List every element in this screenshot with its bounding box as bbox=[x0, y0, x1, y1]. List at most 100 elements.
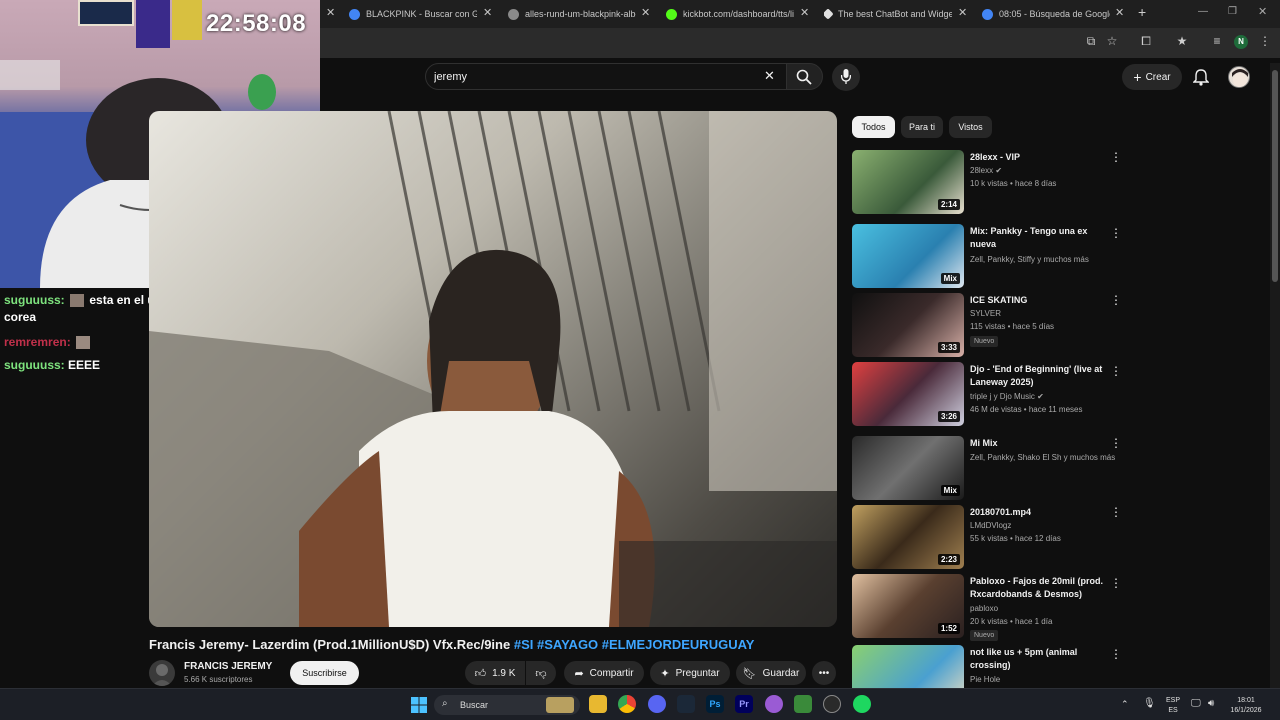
kebab-menu-icon[interactable]: ⋮ bbox=[1110, 647, 1122, 661]
recommendation-channel[interactable]: Pie Hole bbox=[970, 674, 1120, 686]
new-tab-button[interactable]: + bbox=[1138, 4, 1146, 20]
channel-avatar[interactable] bbox=[149, 660, 175, 686]
like-button[interactable]: 👍︎ 1.9 K bbox=[465, 661, 525, 685]
file-explorer-icon[interactable] bbox=[589, 695, 607, 713]
taskbar-search[interactable]: ⌕ Buscar bbox=[434, 695, 580, 715]
browser-tab[interactable]: kickbot.com/dashboard/tts/lib bbox=[666, 4, 794, 24]
video-thumbnail[interactable]: Mix bbox=[852, 224, 964, 288]
recommendation-channel[interactable]: 28lexx ✔ bbox=[970, 165, 1120, 177]
notifications-bell-icon[interactable] bbox=[1193, 68, 1209, 86]
scrollbar-thumb[interactable] bbox=[1272, 70, 1278, 282]
tab-close-icon[interactable]: ✕ bbox=[326, 6, 335, 19]
clock-tray[interactable]: 18:01 16/1/2026 bbox=[1222, 696, 1270, 716]
maximize-icon[interactable]: ❐ bbox=[1228, 6, 1237, 17]
bookmark-star-icon[interactable]: ☆ bbox=[1105, 34, 1119, 48]
kebab-menu-icon[interactable]: ⋮ bbox=[1110, 364, 1122, 378]
recommendation-item[interactable]: not like us + 5pm (animal crossing) Pie … bbox=[852, 645, 1132, 688]
language-indicator[interactable]: ESP ES bbox=[1164, 696, 1182, 716]
discord-icon[interactable] bbox=[648, 695, 666, 713]
tray-chevron-icon[interactable]: ⌃ bbox=[1121, 699, 1129, 710]
premiere-icon[interactable]: Pr bbox=[735, 695, 753, 713]
video-hashtags[interactable]: #SI #SAYAGO #ELMEJORDEURUGUAY bbox=[514, 637, 755, 652]
voice-search-button[interactable] bbox=[832, 63, 860, 91]
recommendation-item[interactable]: 1:52 Pabloxo - Fajos de 20mil (prod. Rxc… bbox=[852, 574, 1132, 641]
recommendation-title[interactable]: 28lexx - VIP bbox=[970, 151, 1110, 164]
recommendation-item[interactable]: Mix Mix: Pankky - Tengo una ex nueva Zel… bbox=[852, 224, 1132, 290]
chrome-icon[interactable] bbox=[618, 695, 636, 713]
kebab-menu-icon[interactable]: ⋮ bbox=[1110, 226, 1122, 240]
spotify-icon[interactable] bbox=[853, 695, 871, 713]
tab-close-icon[interactable]: ✕ bbox=[800, 6, 809, 19]
account-avatar[interactable] bbox=[1228, 66, 1250, 88]
search-button[interactable] bbox=[786, 63, 823, 90]
video-thumbnail[interactable]: 2:23 bbox=[852, 505, 964, 569]
media-control-icon[interactable]: ≡ bbox=[1210, 34, 1224, 48]
recommendation-channel[interactable]: LMdDVlogz bbox=[970, 520, 1120, 532]
steam-icon[interactable] bbox=[677, 695, 695, 713]
recommendation-title[interactable]: ICE SKATING bbox=[970, 294, 1110, 307]
video-thumbnail[interactable]: 2:14 bbox=[852, 150, 964, 214]
save-button[interactable]: 🔖︎ Guardar bbox=[736, 661, 806, 685]
channel-name[interactable]: FRANCIS JEREMY bbox=[184, 661, 272, 672]
video-thumbnail[interactable]: 3:33 bbox=[852, 293, 964, 357]
browser-tab[interactable]: The best ChatBot and Widgets bbox=[824, 4, 952, 24]
tab-close-icon[interactable]: ✕ bbox=[483, 6, 492, 19]
kebab-menu-icon[interactable]: ⋮ bbox=[1110, 293, 1122, 307]
video-thumbnail[interactable]: 3:26 bbox=[852, 362, 964, 426]
profile-avatar[interactable]: N bbox=[1234, 35, 1248, 49]
recommendation-item[interactable]: Mix Mi Mix Zell, Pankky, Shako El Sh y m… bbox=[852, 436, 1132, 502]
video-thumbnail[interactable] bbox=[852, 645, 964, 688]
chip-vistos[interactable]: Vistos bbox=[949, 116, 992, 138]
chip-para-ti[interactable]: Para ti bbox=[901, 116, 943, 138]
tab-close-icon[interactable]: ✕ bbox=[958, 6, 967, 19]
recommendation-channel[interactable]: Zell, Pankky, Stiffy y muchos más bbox=[970, 254, 1120, 266]
browser-tab[interactable]: 08:05 - Búsqueda de Google bbox=[982, 4, 1110, 24]
chip-todos[interactable]: Todos bbox=[852, 116, 895, 138]
kebab-menu-icon[interactable]: ⋮ bbox=[1110, 150, 1122, 164]
browser-menu-icon[interactable]: ⋮ bbox=[1258, 34, 1272, 48]
recommendation-title[interactable]: Pabloxo - Fajos de 20mil (prod. Rxcardob… bbox=[970, 575, 1110, 601]
recommendation-item[interactable]: 2:23 20180701.mp4 LMdDVlogz 55 k vistas … bbox=[852, 505, 1132, 571]
create-button[interactable]: + Crear bbox=[1122, 64, 1182, 90]
search-input[interactable] bbox=[434, 70, 734, 84]
video-player[interactable] bbox=[149, 111, 837, 627]
recommendation-item[interactable]: 2:14 28lexx - VIP 28lexx ✔ 10 k vistas •… bbox=[852, 150, 1132, 216]
kebab-menu-icon[interactable]: ⋮ bbox=[1110, 576, 1122, 590]
window-close-icon[interactable]: ✕ bbox=[1258, 5, 1267, 18]
recommendation-channel[interactable]: pabloxo bbox=[970, 603, 1120, 615]
install-app-icon[interactable]: ⧉ bbox=[1084, 34, 1098, 48]
minimize-icon[interactable]: — bbox=[1198, 6, 1208, 17]
dislike-button[interactable]: 👎︎ bbox=[526, 661, 556, 685]
video-thumbnail[interactable]: Mix bbox=[852, 436, 964, 500]
recommendation-title[interactable]: 20180701.mp4 bbox=[970, 506, 1110, 519]
obs-icon[interactable] bbox=[823, 695, 841, 713]
volume-icon[interactable]: 🔊︎ bbox=[1208, 698, 1214, 709]
windows-start-icon[interactable] bbox=[411, 697, 427, 713]
recommendation-item[interactable]: 3:33 ICE SKATING SYLVER 115 vistas • hac… bbox=[852, 293, 1132, 359]
subscribe-button[interactable]: Suscribirse bbox=[290, 661, 359, 685]
ask-button[interactable]: ✦ Preguntar bbox=[650, 661, 730, 685]
clear-search-icon[interactable]: ✕ bbox=[764, 68, 775, 84]
network-icon[interactable]: 🖵︎ bbox=[1191, 698, 1201, 709]
browser-tab[interactable]: BLACKPINK - Buscar con Goog bbox=[349, 4, 477, 24]
video-thumbnail[interactable]: 1:52 bbox=[852, 574, 964, 638]
tab-close-icon[interactable]: ✕ bbox=[641, 6, 650, 19]
bookmarks-icon[interactable]: ★ bbox=[1175, 34, 1189, 48]
recommendation-item[interactable]: 3:26 Djo - 'End of Beginning' (live at L… bbox=[852, 362, 1132, 428]
app-icon[interactable] bbox=[765, 695, 783, 713]
recommendation-channel[interactable]: Zell, Pankky, Shako El Sh y muchos más bbox=[970, 452, 1120, 464]
tab-close-icon[interactable]: ✕ bbox=[1115, 6, 1124, 19]
recommendation-title[interactable]: not like us + 5pm (animal crossing) bbox=[970, 646, 1110, 672]
recommendation-channel[interactable]: SYLVER bbox=[970, 308, 1120, 320]
microphone-icon[interactable]: 🎙︎ bbox=[1143, 698, 1156, 709]
recommendation-title[interactable]: Mi Mix bbox=[970, 437, 1110, 450]
more-actions-button[interactable]: ••• bbox=[812, 661, 836, 685]
kebab-menu-icon[interactable]: ⋮ bbox=[1110, 505, 1122, 519]
photoshop-icon[interactable]: Ps bbox=[706, 695, 724, 713]
recommendation-channel[interactable]: triple j y Djo Music ✔ bbox=[970, 391, 1120, 403]
share-button[interactable]: ➦ Compartir bbox=[564, 661, 644, 685]
extensions-icon[interactable]: ⧠ bbox=[1139, 34, 1153, 48]
minecraft-icon[interactable] bbox=[794, 695, 812, 713]
recommendation-title[interactable]: Mix: Pankky - Tengo una ex nueva bbox=[970, 225, 1110, 251]
recommendation-title[interactable]: Djo - 'End of Beginning' (live at Lanewa… bbox=[970, 363, 1110, 389]
